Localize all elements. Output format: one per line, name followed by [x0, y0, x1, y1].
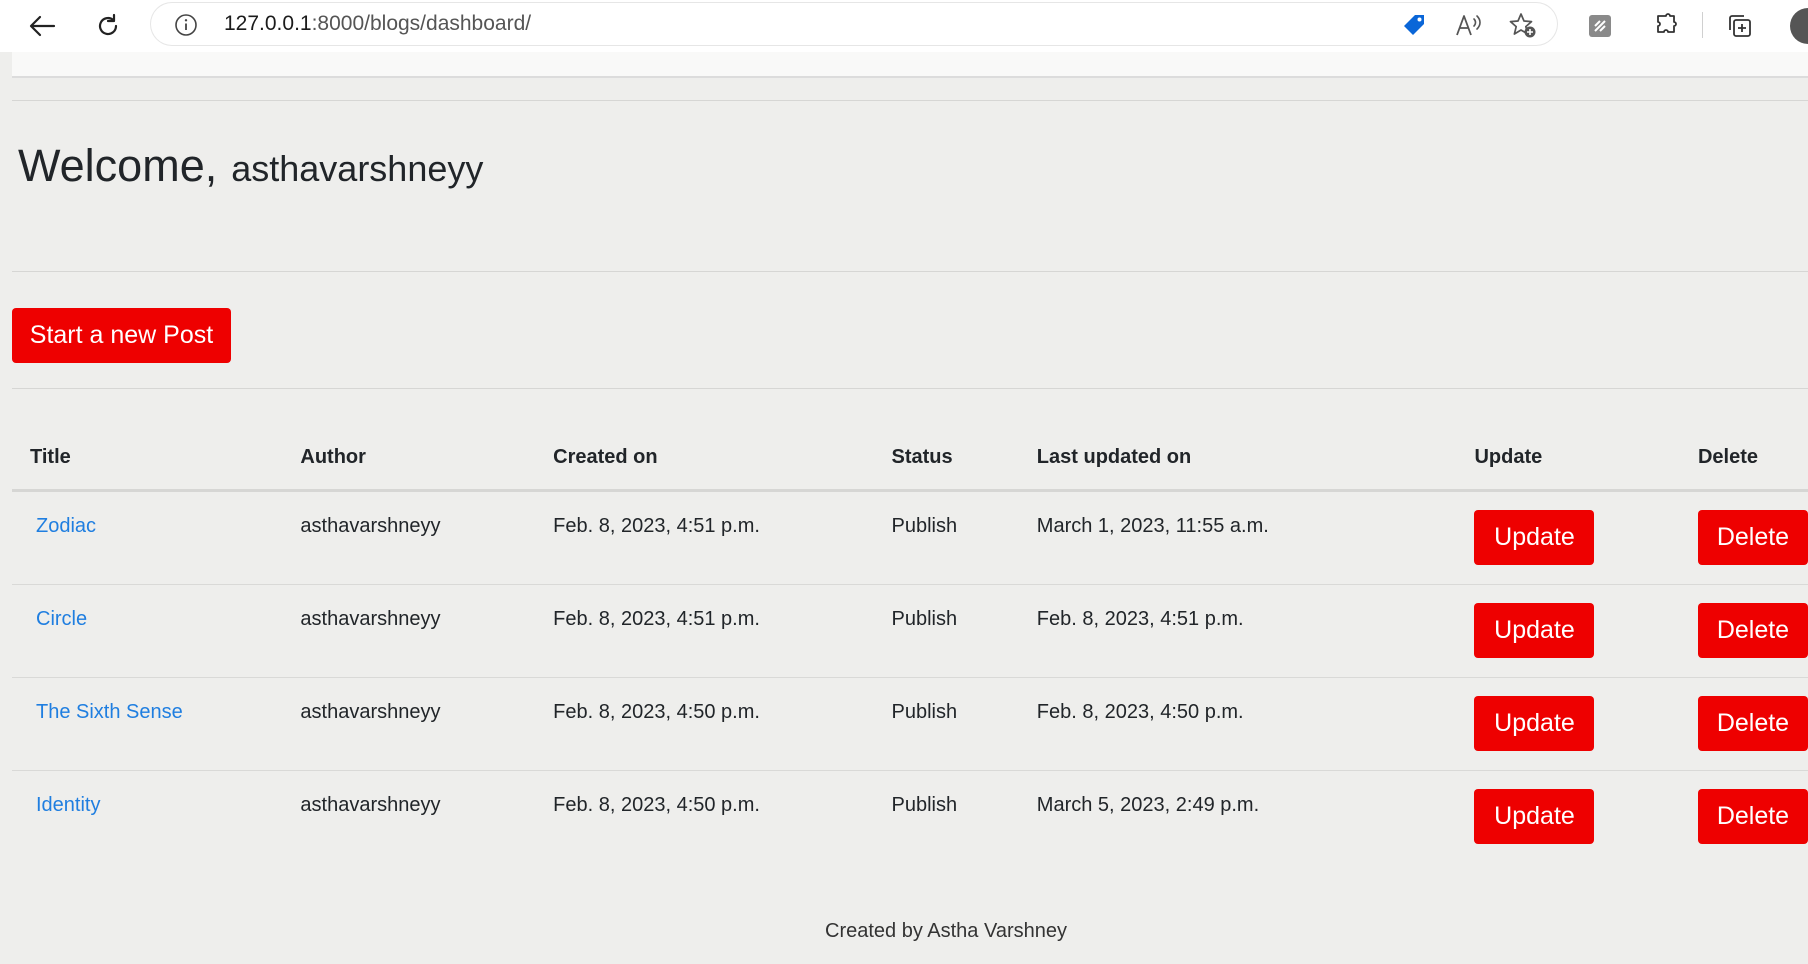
- post-updated: Feb. 8, 2023, 4:51 p.m.: [1018, 584, 1457, 678]
- delete-button[interactable]: Delete: [1697, 510, 1808, 565]
- header-status: Status: [873, 425, 1019, 492]
- post-author: asthavarshneyy: [282, 584, 536, 678]
- post-author: asthavarshneyy: [282, 490, 536, 585]
- site-navbar: [12, 52, 1808, 78]
- back-arrow-icon[interactable]: [22, 6, 62, 46]
- collections-icon[interactable]: [1720, 6, 1760, 46]
- extensions-icon[interactable]: [1646, 6, 1686, 46]
- post-author: asthavarshneyy: [300, 794, 441, 816]
- post-created: Feb. 8, 2023, 4:51 p.m.: [535, 584, 874, 678]
- update-button[interactable]: Update: [1474, 789, 1595, 844]
- post-updated: Feb. 8, 2023, 4:50 p.m.: [1018, 677, 1457, 771]
- tag-icon[interactable]: [1400, 11, 1428, 44]
- update-button[interactable]: Update: [1474, 603, 1595, 658]
- clipboard-icon[interactable]: [1580, 6, 1620, 46]
- read-aloud-icon[interactable]: [1454, 11, 1484, 44]
- browser-toolbar: 127.0.0.1:8000/blogs/dashboard/: [0, 0, 1808, 52]
- url-path: :8000/blogs/dashboard/: [311, 12, 532, 35]
- username: asthavarshneyy: [231, 148, 484, 189]
- divider-top: [12, 100, 1808, 101]
- favorite-add-icon[interactable]: [1508, 11, 1538, 44]
- welcome-heading: Welcome, asthavarshneyy: [18, 140, 483, 192]
- header-title: Title: [12, 425, 283, 492]
- post-updated: March 5, 2023, 2:49 p.m.: [1036, 794, 1260, 816]
- post-status: Publish: [873, 584, 1019, 678]
- table-row: The Sixth Sense asthavarshneyy Feb. 8, 2…: [12, 677, 1808, 771]
- post-author: asthavarshneyy: [282, 677, 536, 771]
- delete-button[interactable]: Delete: [1697, 603, 1808, 658]
- post-created: Feb. 8, 2023, 4:51 p.m.: [535, 490, 874, 585]
- posts-table: Title Author Created on Status Last upda…: [12, 425, 1808, 863]
- delete-button[interactable]: Delete: [1697, 789, 1808, 844]
- post-title-link[interactable]: Identity: [36, 794, 100, 816]
- profile-avatar[interactable]: [1790, 8, 1808, 44]
- welcome-text: Welcome,: [18, 140, 218, 191]
- post-status: Publish: [873, 490, 1019, 585]
- delete-button[interactable]: Delete: [1697, 696, 1808, 751]
- post-updated: March 1, 2023, 11:55 a.m.: [1018, 490, 1457, 585]
- header-updated: Last updated on: [1018, 425, 1457, 492]
- table-row: Zodiac asthavarshneyy Feb. 8, 2023, 4:51…: [12, 490, 1808, 585]
- table-row: Identity asthavarshneyy Feb. 8, 2023, 4:…: [12, 771, 1808, 864]
- post-status: Publish: [891, 794, 958, 816]
- info-icon[interactable]: [174, 13, 198, 42]
- address-bar[interactable]: 127.0.0.1:8000/blogs/dashboard/: [150, 2, 1558, 46]
- table-row: Circle asthavarshneyy Feb. 8, 2023, 4:51…: [12, 584, 1808, 678]
- update-button[interactable]: Update: [1474, 510, 1595, 565]
- header-delete: Delete: [1679, 425, 1808, 492]
- url-text[interactable]: 127.0.0.1:8000/blogs/dashboard/: [224, 12, 531, 36]
- table-header-row: Title Author Created on Status Last upda…: [12, 425, 1808, 492]
- post-status: Publish: [873, 677, 1019, 771]
- toolbar-divider: [1702, 12, 1703, 38]
- post-title-link[interactable]: Circle: [36, 608, 87, 630]
- update-button[interactable]: Update: [1474, 696, 1595, 751]
- header-created: Created on: [535, 425, 874, 492]
- divider-actions: [12, 388, 1808, 389]
- new-post-button[interactable]: Start a new Post: [12, 308, 231, 363]
- divider-welcome: [12, 271, 1808, 272]
- post-title-link[interactable]: The Sixth Sense: [36, 701, 183, 723]
- header-author: Author: [282, 425, 536, 492]
- post-created: Feb. 8, 2023, 4:50 p.m.: [535, 677, 874, 771]
- post-title-link[interactable]: Zodiac: [36, 515, 96, 537]
- footer-credit: Created by Astha Varshney: [825, 920, 1067, 942]
- post-created: Feb. 8, 2023, 4:50 p.m.: [553, 794, 760, 816]
- header-update: Update: [1456, 425, 1680, 492]
- url-host: 127.0.0.1: [224, 12, 312, 35]
- refresh-icon[interactable]: [88, 6, 128, 46]
